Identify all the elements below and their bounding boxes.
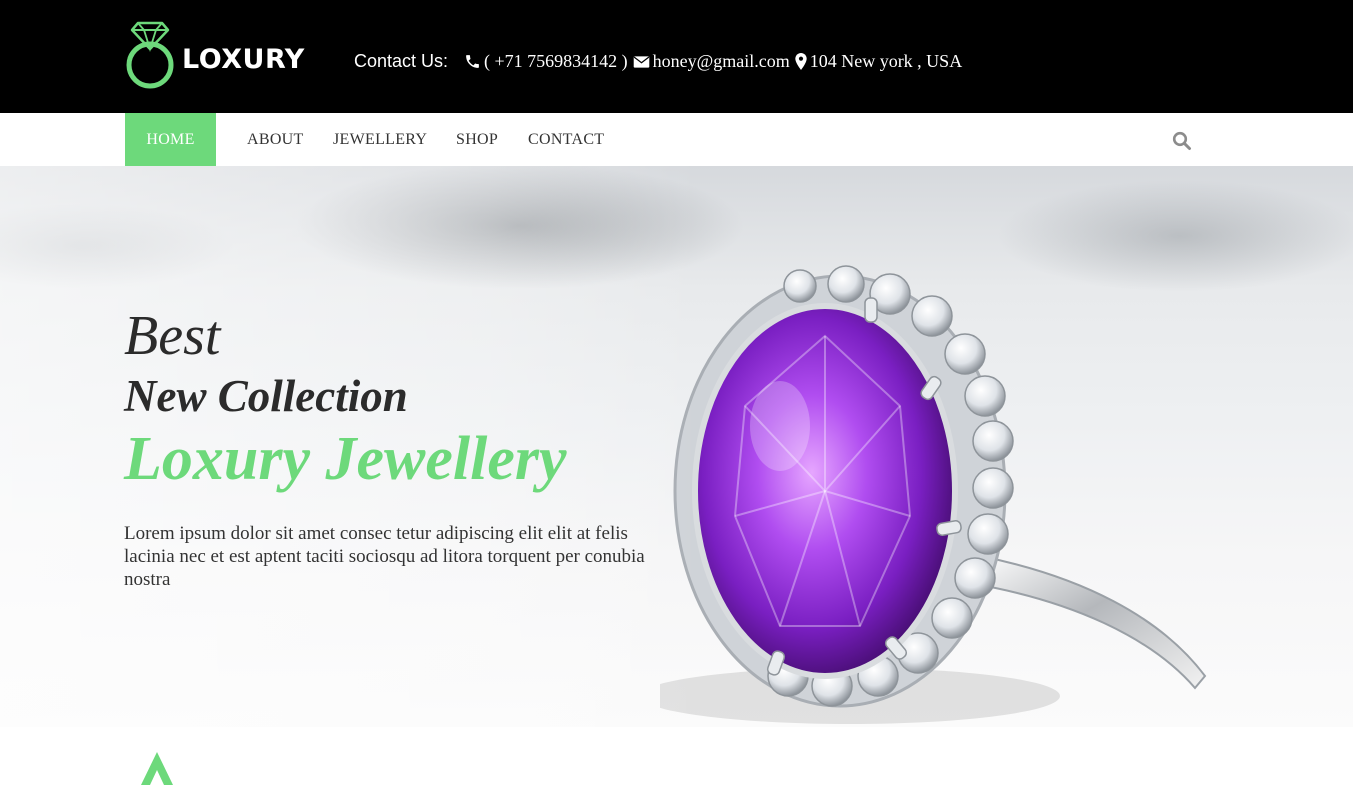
main-nav: HOME ABOUT JEWELLERY SHOP CONTACT: [0, 113, 1353, 166]
nav-item-shop[interactable]: SHOP: [456, 113, 498, 166]
contact-email[interactable]: honey@gmail.com: [633, 51, 790, 72]
hero-description: Lorem ipsum dolor sit amet consec tetur …: [124, 523, 645, 590]
logo[interactable]: LOXURY: [124, 19, 304, 91]
search-button[interactable]: [1172, 131, 1192, 151]
top-bar: LOXURY Contact Us: ( +71 7569834142 ) ho…: [0, 0, 1353, 113]
contact-label: Contact Us:: [354, 51, 449, 71]
nav-item-home[interactable]: HOME: [125, 113, 216, 166]
contact-address: 104 New york , USA: [795, 51, 963, 72]
contact-phone[interactable]: ( +71 7569834142 ): [464, 51, 628, 72]
logo-text: LOXURY: [182, 44, 305, 75]
hero-heading-brand: Loxury Jewellery: [124, 425, 567, 493]
hero-heading-collection: New Collection: [124, 371, 408, 421]
nav-item-jewellery[interactable]: JEWELLERY: [333, 113, 427, 166]
map-marker-icon: [795, 53, 807, 70]
phone-number: ( +71 7569834142 ): [484, 51, 628, 71]
hero-banner: Best New Collection Loxury Jewellery Lor…: [0, 166, 1353, 727]
ring-product-image: [660, 265, 1207, 724]
scroll-to-top-button[interactable]: [140, 750, 174, 785]
email-address: honey@gmail.com: [652, 51, 790, 71]
address-text: 104 New york , USA: [809, 51, 963, 71]
envelope-icon: [633, 55, 649, 68]
arrow-up-icon: [141, 752, 173, 785]
nav-item-about[interactable]: ABOUT: [247, 113, 304, 166]
nav-item-contact[interactable]: CONTACT: [528, 113, 604, 166]
hero-heading-best: Best: [124, 305, 221, 367]
phone-icon: [466, 55, 479, 68]
contact-info: ( +71 7569834142 ) honey@gmail.com 104 N…: [464, 51, 967, 72]
ring-logo-icon: [126, 21, 174, 89]
search-icon: [1172, 131, 1191, 150]
